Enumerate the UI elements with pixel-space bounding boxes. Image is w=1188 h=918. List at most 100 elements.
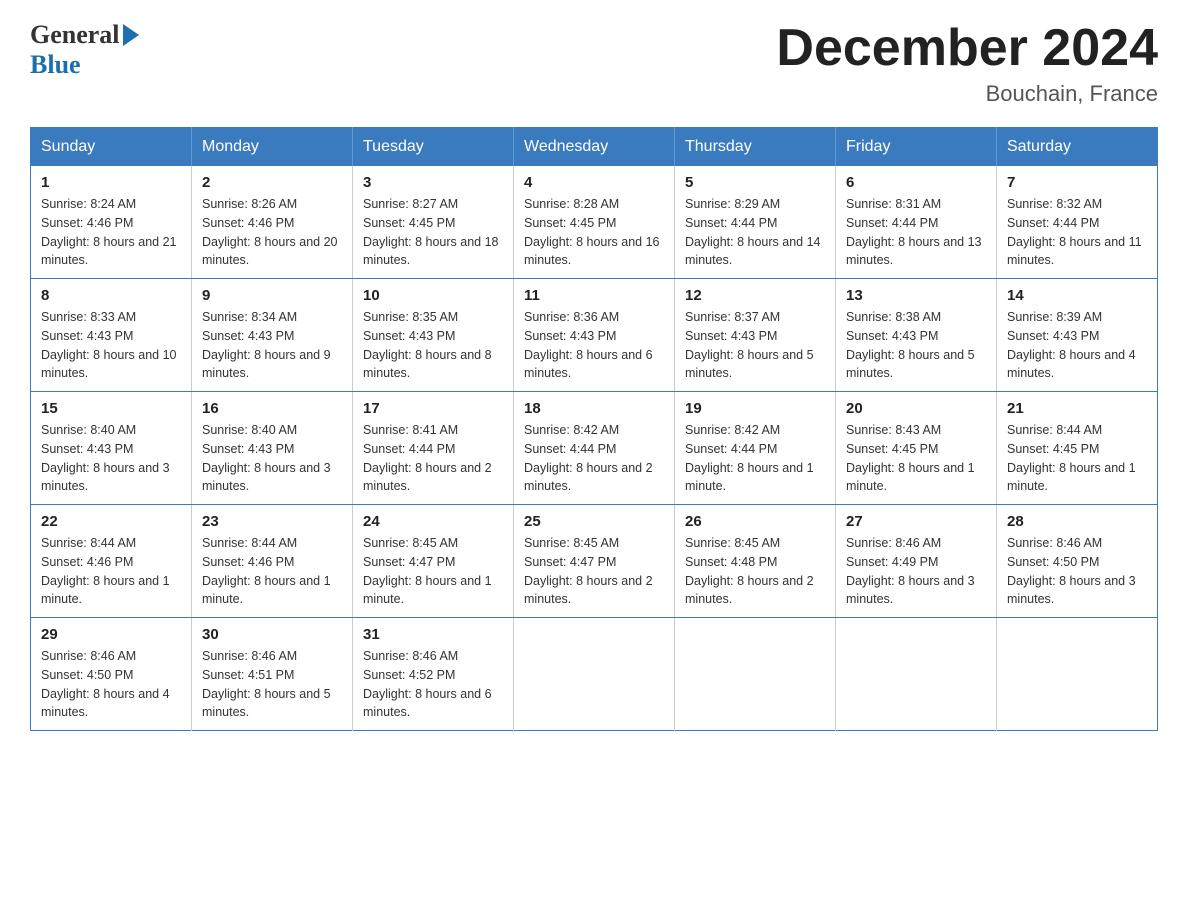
day-number: 12 (685, 287, 825, 304)
day-info: Sunrise: 8:46 AMSunset: 4:52 PMDaylight:… (363, 647, 503, 722)
day-number: 20 (846, 400, 986, 417)
calendar-cell: 5 Sunrise: 8:29 AMSunset: 4:44 PMDayligh… (675, 166, 836, 279)
calendar-cell: 1 Sunrise: 8:24 AMSunset: 4:46 PMDayligh… (31, 166, 192, 279)
calendar-cell: 15 Sunrise: 8:40 AMSunset: 4:43 PMDaylig… (31, 392, 192, 505)
day-info: Sunrise: 8:38 AMSunset: 4:43 PMDaylight:… (846, 308, 986, 383)
calendar-cell: 22 Sunrise: 8:44 AMSunset: 4:46 PMDaylig… (31, 505, 192, 618)
calendar-cell: 9 Sunrise: 8:34 AMSunset: 4:43 PMDayligh… (192, 279, 353, 392)
logo-triangle-icon (123, 24, 139, 46)
day-number: 18 (524, 400, 664, 417)
weekday-header-sunday: Sunday (31, 128, 192, 167)
day-info: Sunrise: 8:45 AMSunset: 4:47 PMDaylight:… (363, 534, 503, 609)
day-info: Sunrise: 8:36 AMSunset: 4:43 PMDaylight:… (524, 308, 664, 383)
day-info: Sunrise: 8:40 AMSunset: 4:43 PMDaylight:… (202, 421, 342, 496)
day-number: 9 (202, 287, 342, 304)
day-number: 10 (363, 287, 503, 304)
day-number: 30 (202, 626, 342, 643)
calendar-cell: 17 Sunrise: 8:41 AMSunset: 4:44 PMDaylig… (353, 392, 514, 505)
page-header: General Blue December 2024 Bouchain, Fra… (30, 20, 1158, 107)
day-number: 27 (846, 513, 986, 530)
location-label: Bouchain, France (776, 81, 1158, 107)
day-number: 24 (363, 513, 503, 530)
calendar-week-row: 29 Sunrise: 8:46 AMSunset: 4:50 PMDaylig… (31, 618, 1158, 731)
day-info: Sunrise: 8:46 AMSunset: 4:51 PMDaylight:… (202, 647, 342, 722)
day-info: Sunrise: 8:46 AMSunset: 4:50 PMDaylight:… (1007, 534, 1147, 609)
calendar-cell: 14 Sunrise: 8:39 AMSunset: 4:43 PMDaylig… (997, 279, 1158, 392)
day-info: Sunrise: 8:39 AMSunset: 4:43 PMDaylight:… (1007, 308, 1147, 383)
day-info: Sunrise: 8:31 AMSunset: 4:44 PMDaylight:… (846, 195, 986, 270)
day-number: 28 (1007, 513, 1147, 530)
day-info: Sunrise: 8:46 AMSunset: 4:49 PMDaylight:… (846, 534, 986, 609)
calendar-cell: 13 Sunrise: 8:38 AMSunset: 4:43 PMDaylig… (836, 279, 997, 392)
day-number: 7 (1007, 174, 1147, 191)
calendar-cell: 24 Sunrise: 8:45 AMSunset: 4:47 PMDaylig… (353, 505, 514, 618)
day-info: Sunrise: 8:46 AMSunset: 4:50 PMDaylight:… (41, 647, 181, 722)
day-number: 14 (1007, 287, 1147, 304)
calendar-table: SundayMondayTuesdayWednesdayThursdayFrid… (30, 127, 1158, 731)
day-number: 2 (202, 174, 342, 191)
day-info: Sunrise: 8:44 AMSunset: 4:45 PMDaylight:… (1007, 421, 1147, 496)
calendar-cell: 11 Sunrise: 8:36 AMSunset: 4:43 PMDaylig… (514, 279, 675, 392)
weekday-header-saturday: Saturday (997, 128, 1158, 167)
day-info: Sunrise: 8:41 AMSunset: 4:44 PMDaylight:… (363, 421, 503, 496)
calendar-cell: 25 Sunrise: 8:45 AMSunset: 4:47 PMDaylig… (514, 505, 675, 618)
day-number: 31 (363, 626, 503, 643)
calendar-cell: 12 Sunrise: 8:37 AMSunset: 4:43 PMDaylig… (675, 279, 836, 392)
day-number: 22 (41, 513, 181, 530)
calendar-cell: 2 Sunrise: 8:26 AMSunset: 4:46 PMDayligh… (192, 166, 353, 279)
day-number: 11 (524, 287, 664, 304)
day-info: Sunrise: 8:33 AMSunset: 4:43 PMDaylight:… (41, 308, 181, 383)
day-info: Sunrise: 8:32 AMSunset: 4:44 PMDaylight:… (1007, 195, 1147, 270)
day-number: 4 (524, 174, 664, 191)
day-number: 19 (685, 400, 825, 417)
calendar-cell: 27 Sunrise: 8:46 AMSunset: 4:49 PMDaylig… (836, 505, 997, 618)
day-info: Sunrise: 8:26 AMSunset: 4:46 PMDaylight:… (202, 195, 342, 270)
calendar-week-row: 8 Sunrise: 8:33 AMSunset: 4:43 PMDayligh… (31, 279, 1158, 392)
day-info: Sunrise: 8:45 AMSunset: 4:48 PMDaylight:… (685, 534, 825, 609)
day-info: Sunrise: 8:44 AMSunset: 4:46 PMDaylight:… (202, 534, 342, 609)
day-number: 1 (41, 174, 181, 191)
day-number: 3 (363, 174, 503, 191)
day-number: 26 (685, 513, 825, 530)
day-info: Sunrise: 8:43 AMSunset: 4:45 PMDaylight:… (846, 421, 986, 496)
day-info: Sunrise: 8:45 AMSunset: 4:47 PMDaylight:… (524, 534, 664, 609)
weekday-header-tuesday: Tuesday (353, 128, 514, 167)
calendar-week-row: 15 Sunrise: 8:40 AMSunset: 4:43 PMDaylig… (31, 392, 1158, 505)
calendar-cell: 26 Sunrise: 8:45 AMSunset: 4:48 PMDaylig… (675, 505, 836, 618)
day-number: 16 (202, 400, 342, 417)
logo-blue-text: Blue (30, 50, 81, 79)
month-title: December 2024 (776, 20, 1158, 77)
day-number: 13 (846, 287, 986, 304)
day-info: Sunrise: 8:42 AMSunset: 4:44 PMDaylight:… (524, 421, 664, 496)
day-info: Sunrise: 8:40 AMSunset: 4:43 PMDaylight:… (41, 421, 181, 496)
calendar-week-row: 22 Sunrise: 8:44 AMSunset: 4:46 PMDaylig… (31, 505, 1158, 618)
calendar-cell: 29 Sunrise: 8:46 AMSunset: 4:50 PMDaylig… (31, 618, 192, 731)
calendar-cell: 21 Sunrise: 8:44 AMSunset: 4:45 PMDaylig… (997, 392, 1158, 505)
calendar-cell: 18 Sunrise: 8:42 AMSunset: 4:44 PMDaylig… (514, 392, 675, 505)
calendar-cell (514, 618, 675, 731)
day-number: 8 (41, 287, 181, 304)
weekday-header-thursday: Thursday (675, 128, 836, 167)
calendar-cell: 19 Sunrise: 8:42 AMSunset: 4:44 PMDaylig… (675, 392, 836, 505)
day-info: Sunrise: 8:35 AMSunset: 4:43 PMDaylight:… (363, 308, 503, 383)
calendar-cell: 16 Sunrise: 8:40 AMSunset: 4:43 PMDaylig… (192, 392, 353, 505)
calendar-cell: 6 Sunrise: 8:31 AMSunset: 4:44 PMDayligh… (836, 166, 997, 279)
day-number: 15 (41, 400, 181, 417)
calendar-cell: 20 Sunrise: 8:43 AMSunset: 4:45 PMDaylig… (836, 392, 997, 505)
day-number: 17 (363, 400, 503, 417)
weekday-header-friday: Friday (836, 128, 997, 167)
day-info: Sunrise: 8:28 AMSunset: 4:45 PMDaylight:… (524, 195, 664, 270)
logo-general-text: General (30, 20, 120, 50)
calendar-cell: 7 Sunrise: 8:32 AMSunset: 4:44 PMDayligh… (997, 166, 1158, 279)
day-number: 5 (685, 174, 825, 191)
day-info: Sunrise: 8:42 AMSunset: 4:44 PMDaylight:… (685, 421, 825, 496)
day-info: Sunrise: 8:27 AMSunset: 4:45 PMDaylight:… (363, 195, 503, 270)
day-number: 6 (846, 174, 986, 191)
calendar-cell: 30 Sunrise: 8:46 AMSunset: 4:51 PMDaylig… (192, 618, 353, 731)
weekday-header-monday: Monday (192, 128, 353, 167)
calendar-cell: 3 Sunrise: 8:27 AMSunset: 4:45 PMDayligh… (353, 166, 514, 279)
calendar-cell: 8 Sunrise: 8:33 AMSunset: 4:43 PMDayligh… (31, 279, 192, 392)
day-info: Sunrise: 8:44 AMSunset: 4:46 PMDaylight:… (41, 534, 181, 609)
calendar-cell: 28 Sunrise: 8:46 AMSunset: 4:50 PMDaylig… (997, 505, 1158, 618)
weekday-header-wednesday: Wednesday (514, 128, 675, 167)
